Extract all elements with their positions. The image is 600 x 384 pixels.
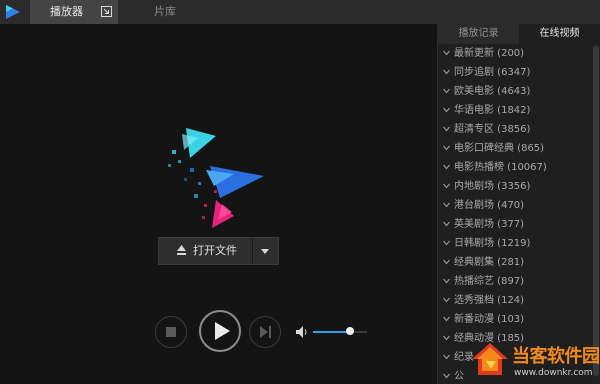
list-item[interactable]: 超清专区 (3856): [438, 120, 592, 139]
category-label: 同步追剧 (6347): [454, 67, 531, 78]
chevron-down-icon: [443, 126, 450, 132]
tab-play-history[interactable]: 播放记录: [438, 24, 519, 44]
category-label: 港台剧场 (470): [454, 200, 525, 211]
open-file-button-group: 打开文件: [158, 237, 279, 265]
list-item[interactable]: 同步追剧 (6347): [438, 63, 592, 82]
category-label: 热播综艺 (897): [454, 276, 525, 287]
play-icon: [215, 322, 230, 340]
house-logo-icon: [472, 343, 508, 375]
sidebar-tabs: 播放记录 在线视频: [438, 24, 600, 44]
app-logo-icon: [6, 5, 20, 19]
tab-online-video[interactable]: 在线视频: [519, 24, 600, 44]
category-list: 最新更新 (200) 同步追剧 (6347) 欧美电影 (4643) 华语电影 (18…: [438, 44, 592, 384]
list-item[interactable]: 日韩剧场 (1219): [438, 234, 592, 253]
volume-slider[interactable]: [313, 327, 367, 335]
scrollbar-thumb[interactable]: [593, 46, 599, 376]
list-item[interactable]: 电影口碑经典 (865): [438, 139, 592, 158]
category-label: 电影口碑经典 (865): [454, 143, 545, 154]
brand-logo-icon: [168, 128, 264, 228]
chevron-down-icon: [443, 278, 450, 284]
list-item[interactable]: 最新更新 (200): [438, 44, 592, 63]
tab-library-label: 片库: [154, 5, 176, 18]
list-item[interactable]: 华语电影 (1842): [438, 101, 592, 120]
category-label: 华语电影 (1842): [454, 105, 531, 116]
category-label: 最新更新 (200): [454, 48, 525, 59]
stop-button[interactable]: [155, 316, 187, 348]
chevron-down-icon: [443, 373, 450, 379]
category-label: 英美剧场 (377): [454, 219, 525, 230]
category-label: 新番动漫 (103): [454, 314, 525, 325]
category-label: 电影热播榜 (10067): [454, 162, 547, 173]
open-file-label: 打开文件: [193, 244, 237, 257]
chevron-down-icon: [443, 107, 450, 113]
category-label: 选秀强档 (124): [454, 295, 525, 306]
watermark-title: 当客软件园: [512, 346, 600, 367]
category-label: 日韩剧场 (1219): [454, 238, 531, 249]
next-button[interactable]: [249, 316, 281, 348]
chevron-down-icon: [443, 221, 450, 227]
chevron-down-icon: [443, 183, 450, 189]
tab-library[interactable]: 片库: [148, 0, 188, 24]
list-item[interactable]: 英美剧场 (377): [438, 215, 592, 234]
chevron-down-icon: [443, 335, 450, 341]
title-bar: 播放器 片库: [0, 0, 600, 24]
list-item[interactable]: 热播综艺 (897): [438, 272, 592, 291]
scrollbar[interactable]: [592, 44, 600, 384]
open-file-dropdown[interactable]: [253, 238, 278, 264]
chevron-down-icon: [443, 297, 450, 303]
tab-player[interactable]: 播放器: [30, 0, 118, 24]
category-label: 经典剧集 (281): [454, 257, 525, 268]
chevron-down-icon: [443, 259, 450, 265]
open-file-button[interactable]: 打开文件: [159, 238, 251, 264]
stop-icon: [166, 327, 176, 337]
watermark: 当客软件园 www.downkr.com: [468, 339, 600, 384]
list-item[interactable]: 内地剧场 (3356): [438, 177, 592, 196]
play-button[interactable]: [199, 310, 241, 352]
player-area[interactable]: 打开文件: [0, 24, 437, 384]
category-label: 超清专区 (3856): [454, 124, 531, 135]
list-item[interactable]: 电影热播榜 (10067): [438, 158, 592, 177]
chevron-down-icon: [443, 316, 450, 322]
list-item[interactable]: 新番动漫 (103): [438, 310, 592, 329]
tab-player-label: 播放器: [50, 5, 83, 18]
category-label: 欧美电影 (4643): [454, 86, 531, 97]
sidebar: 播放记录 在线视频 最新更新 (200) 同步追剧 (6347) 欧美电影 (464…: [437, 24, 600, 384]
chevron-down-icon: [443, 88, 450, 94]
category-label: 公: [454, 371, 464, 382]
chevron-down-icon: [443, 69, 450, 75]
list-item[interactable]: 经典剧集 (281): [438, 253, 592, 272]
detach-window-icon[interactable]: [101, 6, 112, 17]
list-item[interactable]: 港台剧场 (470): [438, 196, 592, 215]
chevron-down-icon: [261, 249, 269, 254]
chevron-down-icon: [443, 50, 450, 56]
list-item[interactable]: 欧美电影 (4643): [438, 82, 592, 101]
volume-fill: [313, 331, 350, 333]
chevron-down-icon: [443, 164, 450, 170]
volume-icon[interactable]: [296, 326, 308, 338]
chevron-down-icon: [443, 202, 450, 208]
chevron-down-icon: [443, 354, 450, 360]
watermark-url: www.downkr.com: [514, 368, 593, 378]
chevron-down-icon: [443, 240, 450, 246]
category-label: 内地剧场 (3356): [454, 181, 531, 192]
eject-icon: [177, 245, 186, 255]
chevron-down-icon: [443, 145, 450, 151]
next-track-icon: [260, 326, 271, 338]
volume-knob[interactable]: [345, 327, 354, 335]
list-item[interactable]: 选秀强档 (124): [438, 291, 592, 310]
